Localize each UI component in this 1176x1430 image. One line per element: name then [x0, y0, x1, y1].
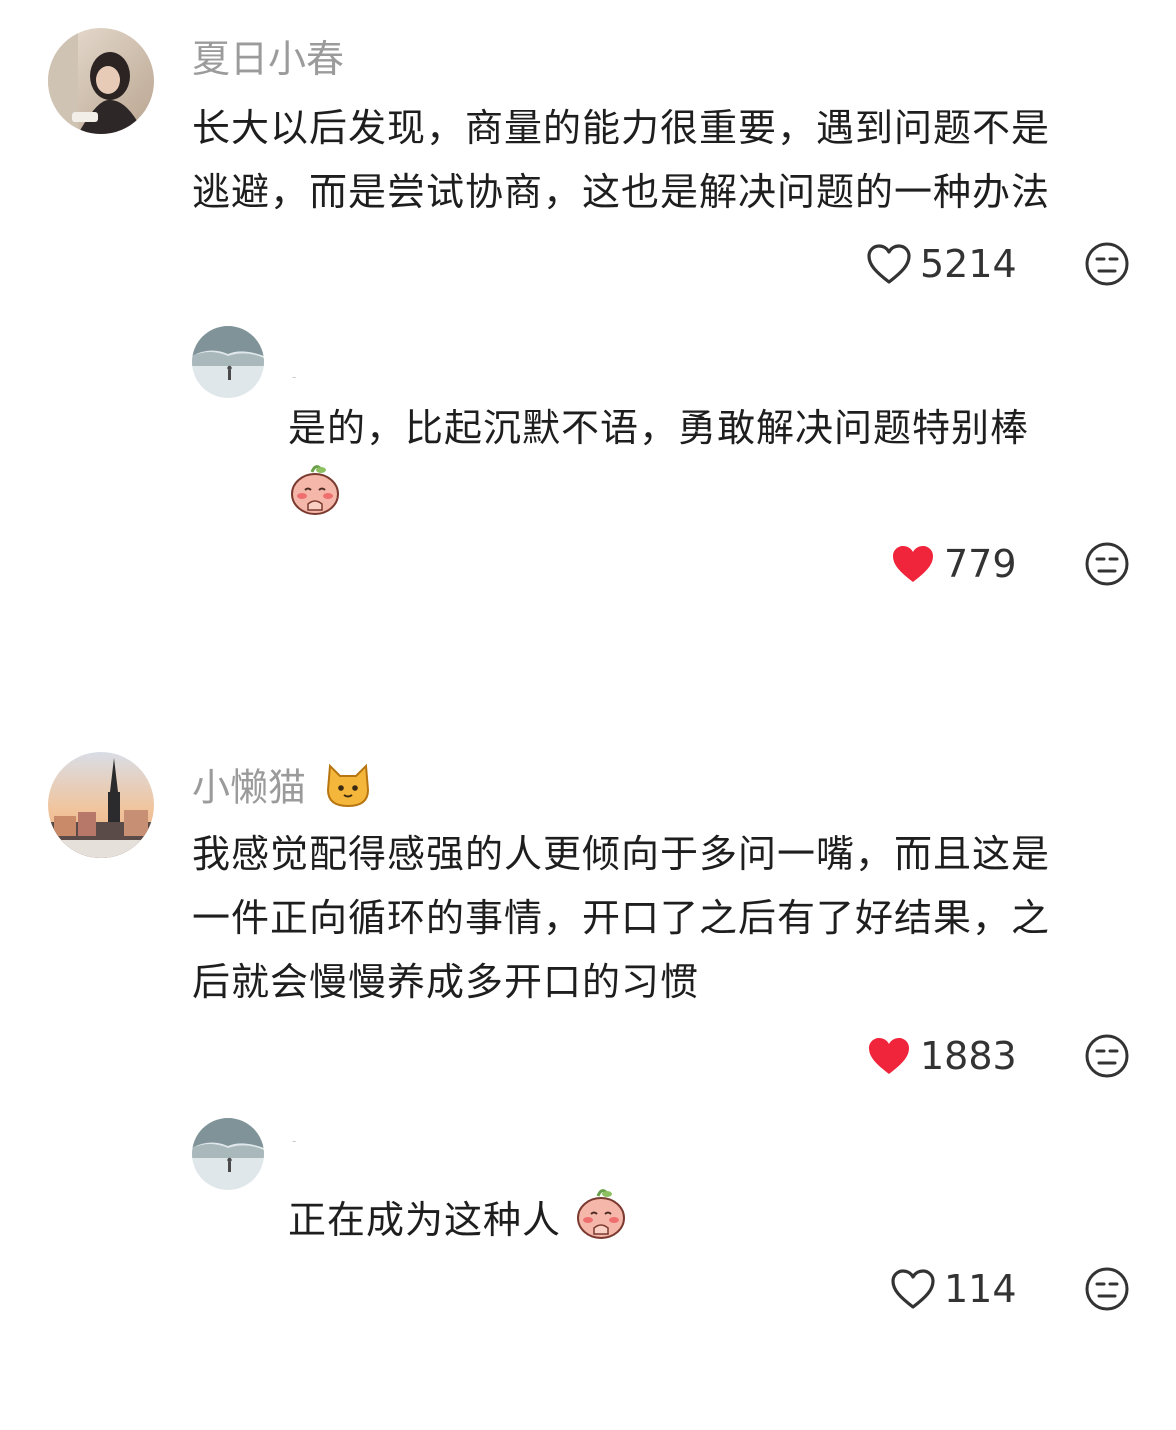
reply-username[interactable]: -: [292, 370, 296, 384]
comment-text-line: 长大以后发现，商量的能力很重要，遇到问题不是: [192, 106, 1051, 150]
user-avatar[interactable]: [48, 28, 154, 134]
reply-avatar[interactable]: [192, 326, 264, 398]
like-count: 1883: [920, 1034, 1017, 1078]
reply-dislike-button[interactable]: [1084, 541, 1130, 587]
like-count: 114: [944, 1267, 1017, 1311]
heart-icon: [890, 542, 936, 586]
peach-bow-sticker: [574, 1186, 628, 1259]
reply-like-button[interactable]: 779: [890, 541, 1017, 587]
comment-text-line: 一件正向循环的事情，开口了之后有了好结果，之: [192, 896, 1051, 940]
heart-icon: [866, 1034, 912, 1078]
unamused-face-icon: [1084, 1034, 1130, 1083]
heart-icon: [866, 242, 912, 286]
username[interactable]: 小懒猫: [192, 762, 372, 818]
unamused-face-icon: [1084, 242, 1130, 291]
reply-username[interactable]: -: [292, 1134, 296, 1148]
reply-text: 正在成为这种人: [288, 1186, 628, 1259]
like-count: 5214: [920, 242, 1017, 286]
like-button[interactable]: 5214: [866, 241, 1017, 287]
reply-text-content: 正在成为这种人: [288, 1198, 562, 1242]
username-text: 小懒猫: [192, 765, 307, 810]
unamused-face-icon: [1084, 1267, 1130, 1316]
comment-text-line: 我感觉配得感强的人更倾向于多问一嘴，而且这是: [192, 832, 1051, 876]
heart-icon: [890, 1267, 936, 1311]
reply-text-line: 是的，比起沉默不语，勇敢解决问题特别棒: [288, 406, 1030, 450]
user-avatar[interactable]: [48, 752, 154, 858]
reply-dislike-button[interactable]: [1084, 1266, 1130, 1312]
unamused-face-icon: [1084, 542, 1130, 591]
comment-text: 长大以后发现，商量的能力很重要，遇到问题不是 逃避，而是尝试协商，这也是解决问题…: [192, 96, 1050, 224]
reply-text: 是的，比起沉默不语，勇敢解决问题特别棒: [288, 396, 1029, 460]
reply-text-line: 正在成为这种人: [288, 1186, 628, 1259]
like-count: 779: [944, 542, 1017, 586]
dislike-button[interactable]: [1084, 241, 1130, 287]
username[interactable]: 夏日小春: [192, 36, 344, 82]
comment-text-line: 逃避，而是尝试协商，这也是解决问题的一种办法: [192, 170, 1051, 214]
peach-bow-sticker: [288, 462, 342, 520]
cat-face-emoji: [324, 762, 372, 818]
comment-text-line: 后就会慢慢养成多开口的习惯: [192, 960, 700, 1004]
reply-avatar[interactable]: [192, 1118, 264, 1190]
comment-text: 我感觉配得感强的人更倾向于多问一嘴，而且这是 一件正向循环的事情，开口了之后有了…: [192, 822, 1050, 1014]
dislike-button[interactable]: [1084, 1033, 1130, 1079]
like-button[interactable]: 1883: [866, 1033, 1017, 1079]
reply-like-button[interactable]: 114: [890, 1266, 1017, 1312]
